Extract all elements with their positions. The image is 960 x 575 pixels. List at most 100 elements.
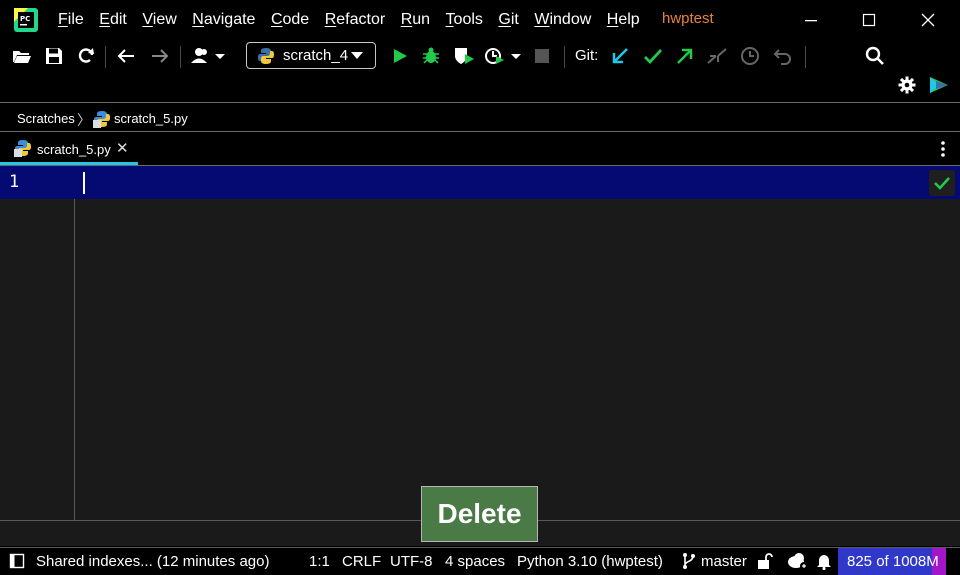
forward-button[interactable]: [148, 44, 172, 68]
run-with-coverage-button[interactable]: [452, 44, 476, 68]
toolbar-separator: [805, 46, 806, 68]
toggle-tool-windows-button[interactable]: [9, 553, 25, 573]
status-bar: Shared indexes... (12 minutes ago) 1:1 C…: [0, 547, 960, 575]
breadcrumb: Scratches 〉 scratch_5.py: [0, 104, 960, 132]
run-configuration-name: scratch_4: [283, 47, 349, 64]
editor-tab-bar: scratch_5.py ✕: [0, 133, 960, 166]
toolbar-separator: [180, 46, 181, 68]
more-options-button[interactable]: [936, 139, 950, 159]
breadcrumb-scratches[interactable]: Scratches: [17, 111, 75, 126]
user-icon: [191, 48, 225, 63]
checkmark-icon: [644, 49, 663, 65]
checkmark-icon: [934, 177, 950, 190]
kebab-menu-icon: [941, 141, 945, 157]
title-bar: PC File Edit View Navigate Code Refactor…: [0, 0, 960, 40]
current-line-highlight: [0, 166, 960, 199]
line-separator[interactable]: CRLF: [342, 553, 381, 570]
chevron-right-icon: 〉: [77, 112, 91, 128]
minimize-icon: [805, 20, 817, 22]
maximize-button[interactable]: [846, 6, 892, 34]
gear-icon: [898, 76, 916, 94]
chevron-down-icon: [351, 52, 363, 59]
code-editor[interactable]: 1: [0, 166, 960, 520]
open-folder-button[interactable]: [10, 44, 34, 68]
settings-button[interactable]: [895, 73, 919, 97]
maximize-icon: [862, 13, 876, 27]
delete-button[interactable]: Delete: [421, 486, 538, 542]
search-icon: [865, 46, 884, 65]
user-menu-button[interactable]: [190, 44, 228, 68]
python-interpreter[interactable]: Python 3.10 (hwptest): [517, 553, 663, 570]
git-push-button[interactable]: [673, 44, 697, 68]
save-all-button[interactable]: [42, 44, 66, 68]
toolbar-separator: [105, 46, 106, 68]
line-number-gutter: [0, 166, 75, 520]
refresh-icon: [78, 48, 94, 63]
close-window-button[interactable]: [905, 6, 951, 34]
git-merge-button[interactable]: [705, 44, 729, 68]
code-with-me-button[interactable]: [927, 73, 951, 97]
git-branch[interactable]: master: [701, 553, 747, 570]
debug-button[interactable]: [419, 44, 443, 68]
run-configuration-selector[interactable]: scratch_4: [246, 42, 376, 69]
cloud-sync-icon[interactable]: [786, 551, 810, 575]
python-file-icon: [93, 110, 111, 128]
menu-view[interactable]: View: [142, 11, 176, 29]
menu-file[interactable]: File: [58, 11, 84, 29]
arrow-up-right-icon: [677, 48, 693, 64]
minimize-button[interactable]: [788, 6, 834, 34]
git-update-button[interactable]: [608, 44, 632, 68]
notifications-bell-icon[interactable]: [816, 552, 832, 574]
memory-indicator[interactable]: 825 of 1008M: [838, 548, 946, 575]
git-label: Git:: [575, 47, 599, 64]
inspection-status-button[interactable]: [929, 170, 955, 196]
code-with-me-icon: [930, 77, 948, 93]
menu-help[interactable]: Help: [607, 11, 640, 29]
toolbar-separator: [564, 46, 565, 68]
python-file-icon: [14, 139, 32, 157]
tool-window-icon: [9, 553, 25, 569]
tab-label: scratch_5.py: [37, 142, 111, 157]
arrow-right-icon: [152, 49, 169, 63]
search-everywhere-button[interactable]: [863, 44, 887, 68]
tab-close-icon[interactable]: ✕: [116, 139, 129, 157]
project-title: hwptest: [662, 10, 714, 27]
python-icon: [258, 47, 274, 64]
unlock-icon[interactable]: [757, 552, 773, 574]
git-commit-button[interactable]: [641, 44, 665, 68]
profile-button[interactable]: [484, 44, 524, 68]
git-history-button[interactable]: [738, 44, 762, 68]
caret-position[interactable]: 1:1: [309, 553, 330, 570]
close-icon: [921, 13, 935, 27]
pycharm-logo-icon[interactable]: PC: [14, 8, 38, 32]
git-rollback-button[interactable]: [771, 44, 795, 68]
menu-code[interactable]: Code: [271, 11, 309, 29]
back-button[interactable]: [114, 44, 138, 68]
menu-tools[interactable]: Tools: [446, 11, 483, 29]
menu-window[interactable]: Window: [534, 11, 591, 29]
main-toolbar: [0, 40, 960, 103]
merge-icon: [707, 48, 727, 64]
run-button[interactable]: [388, 44, 412, 68]
menu-refactor[interactable]: Refactor: [325, 11, 385, 29]
arrow-down-left-icon: [612, 48, 628, 64]
tab-scratch-5[interactable]: scratch_5.py ✕: [0, 133, 138, 165]
sync-button[interactable]: [74, 44, 98, 68]
menu-navigate[interactable]: Navigate: [192, 11, 255, 29]
stop-button[interactable]: [530, 44, 554, 68]
stop-icon: [535, 49, 549, 63]
file-encoding[interactable]: UTF-8: [390, 553, 433, 570]
save-icon: [46, 48, 62, 64]
indent-setting[interactable]: 4 spaces: [445, 553, 505, 570]
indexes-status[interactable]: Shared indexes... (12 minutes ago): [36, 553, 269, 570]
menu-run[interactable]: Run: [401, 11, 430, 29]
folder-open-icon: [13, 51, 31, 63]
menu-edit[interactable]: Edit: [99, 11, 127, 29]
menu-git[interactable]: Git: [498, 11, 518, 29]
breadcrumb-file[interactable]: scratch_5.py: [114, 111, 188, 126]
bug-icon: [423, 47, 439, 64]
coverage-shield-icon: [455, 48, 474, 64]
memory-usage-text: 825 of 1008M: [847, 553, 939, 570]
arrow-left-icon: [117, 49, 134, 63]
line-number: 1: [9, 172, 20, 192]
